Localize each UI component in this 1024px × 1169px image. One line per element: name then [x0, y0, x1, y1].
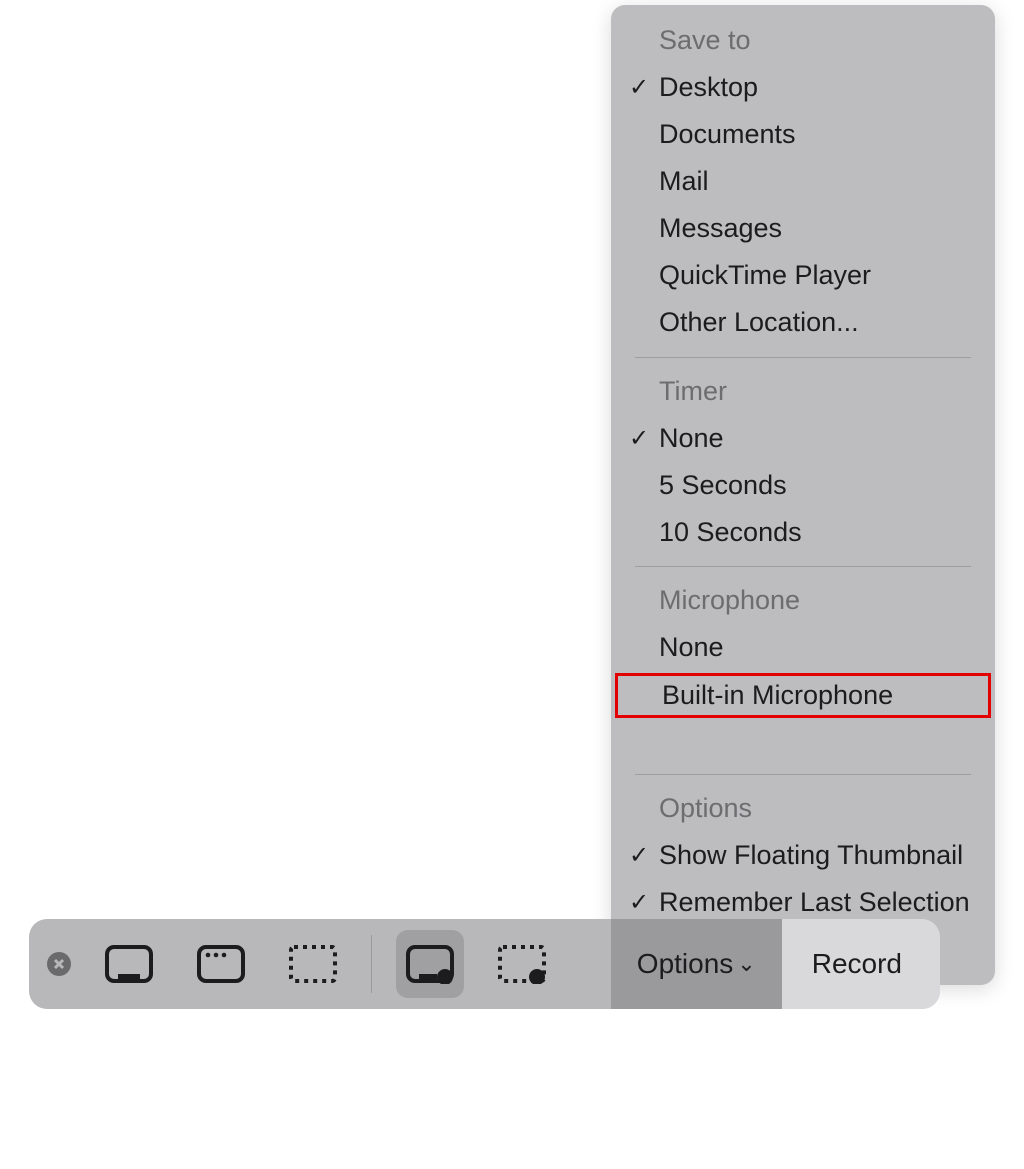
checkmark-icon: ✓ [629, 72, 649, 103]
menu-item-mic-none[interactable]: None [611, 624, 995, 671]
close-icon [53, 958, 65, 970]
menu-separator [635, 774, 971, 775]
menu-item-saveto-mail[interactable]: Mail [611, 158, 995, 205]
record-screen-icon [405, 944, 455, 984]
record-label: Record [812, 948, 902, 980]
selection-rect-icon [288, 944, 338, 984]
close-button[interactable] [47, 952, 71, 976]
menu-item-opt-thumbnail[interactable]: ✓Show Floating Thumbnail [611, 832, 995, 879]
options-button[interactable]: Options ⌄ [611, 919, 782, 1009]
chevron-down-icon: ⌄ [737, 951, 755, 977]
section-header-timer: Timer [611, 368, 995, 415]
capture-window-button[interactable] [187, 930, 255, 998]
record-selection-icon [497, 944, 547, 984]
capture-selection-button[interactable] [279, 930, 347, 998]
menu-item-saveto-messages[interactable]: Messages [611, 205, 995, 252]
menu-item-timer-none[interactable]: ✓None [611, 415, 995, 462]
toolbar-divider [371, 935, 372, 993]
blank-row [611, 720, 995, 764]
options-popup-menu: Save to ✓Desktop Documents Mail Messages… [611, 5, 995, 985]
menu-item-saveto-other[interactable]: Other Location... [611, 299, 995, 346]
options-label: Options [637, 948, 734, 980]
record-entire-screen-button[interactable] [396, 930, 464, 998]
record-button[interactable]: Record [782, 919, 940, 1009]
section-header-saveto: Save to [611, 17, 995, 64]
menu-item-saveto-documents[interactable]: Documents [611, 111, 995, 158]
section-header-microphone: Microphone [611, 577, 995, 624]
menu-item-mic-builtin[interactable]: Built-in Microphone [615, 673, 991, 718]
checkmark-icon: ✓ [629, 423, 649, 454]
menu-item-timer-5s[interactable]: 5 Seconds [611, 462, 995, 509]
checkmark-icon: ✓ [629, 887, 649, 918]
capture-entire-screen-button[interactable] [95, 930, 163, 998]
monitor-icon [104, 944, 154, 984]
menu-item-saveto-quicktime[interactable]: QuickTime Player [611, 252, 995, 299]
menu-separator [635, 357, 971, 358]
menu-separator [635, 566, 971, 567]
screenshot-toolbar: Options ⌄ Record [29, 919, 940, 1009]
checkmark-icon: ✓ [629, 840, 649, 871]
record-selection-button[interactable] [488, 930, 556, 998]
menu-item-timer-10s[interactable]: 10 Seconds [611, 509, 995, 556]
window-icon [196, 944, 246, 984]
menu-item-saveto-desktop[interactable]: ✓Desktop [611, 64, 995, 111]
section-header-options: Options [611, 785, 995, 832]
